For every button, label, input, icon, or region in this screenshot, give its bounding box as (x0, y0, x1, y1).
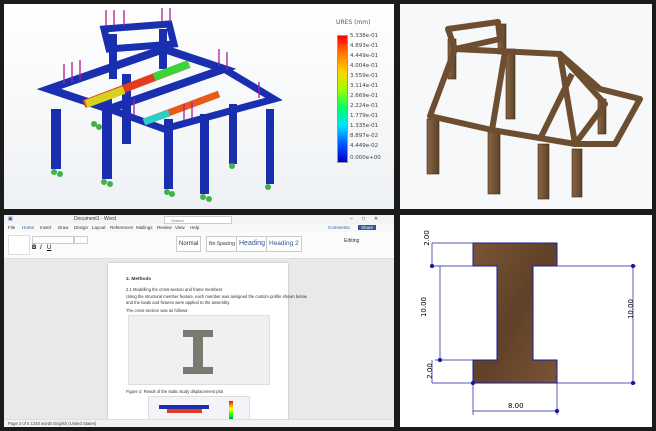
legend-value: 4.449e-01 (350, 53, 379, 59)
italic-icon[interactable]: I (40, 245, 42, 251)
dim-right-height[interactable]: 10.00 (627, 299, 635, 319)
dim-bottom-width[interactable]: 8.00 (508, 402, 524, 410)
legend-value: 1.779e-01 (350, 113, 379, 119)
legend-value: 3.114e-01 (350, 83, 379, 89)
status-bar: Page 3 of 5 1240 words English (United S… (4, 419, 394, 427)
document-area: 2. Methods 2.1 Modelling the cross-secti… (4, 259, 394, 427)
dim-top-flange[interactable]: 2.00 (423, 230, 431, 246)
share-button[interactable]: Share (358, 225, 377, 230)
word-window: ▣ Document1 - Word Search ✕ □ – File Hom… (4, 215, 394, 427)
font-size-select[interactable] (74, 236, 88, 244)
legend-value: 4.449e-02 (350, 143, 379, 149)
legend-value: 3.559e-01 (350, 73, 379, 79)
tab-file[interactable]: File (8, 225, 15, 230)
tab-insert[interactable]: Insert (40, 225, 51, 230)
tab-references[interactable]: References (110, 225, 133, 230)
document-page: 2. Methods 2.1 Modelling the cross-secti… (108, 263, 307, 427)
bold-icon[interactable]: B (32, 245, 36, 251)
legend-value: 2.224e-01 (350, 103, 379, 109)
doc-line: The cross-section was as follows: (126, 308, 189, 313)
cross-section-figure (128, 315, 270, 385)
legend-value: 2.669e-01 (350, 93, 379, 99)
color-scale-bar (337, 35, 348, 163)
ribbon: B I U Normal No Spacing Heading 1 Headin… (4, 232, 394, 259)
status-text: Page 3 of 5 1240 words English (United S… (8, 421, 97, 426)
i-beam-sketch (429, 242, 636, 415)
font-name-select[interactable] (32, 236, 74, 244)
wood-frame-render-panel (400, 4, 652, 209)
word-logo-icon: ▣ (8, 216, 13, 222)
profile-sketch-panel: 2.00 10.00 2.00 10.00 8.00 (400, 215, 652, 427)
tab-review[interactable]: Review (157, 225, 172, 230)
doc-line: and the loads and fixtures were applied … (126, 300, 231, 305)
tab-design[interactable]: Design (74, 225, 88, 230)
fea-model-view (36, 8, 283, 202)
tab-layout[interactable]: Layout (92, 225, 106, 230)
legend-value: 4.893e-01 (350, 43, 379, 49)
wood-frame-render (426, 19, 643, 200)
dim-bottom-flange[interactable]: 2.00 (426, 363, 434, 379)
tab-home[interactable]: Home (22, 225, 34, 230)
tab-draw[interactable]: Draw (58, 225, 69, 230)
tab-mailings[interactable]: Mailings (136, 225, 153, 230)
legend-value: 4.004e-01 (350, 63, 379, 69)
tab-view[interactable]: View (175, 225, 185, 230)
legend-value: 5.338e-01 (350, 33, 379, 39)
fixture-markers (51, 121, 271, 202)
style-normal[interactable]: Normal (176, 236, 202, 252)
legend-value: 8.897e-02 (350, 133, 379, 139)
editing-button[interactable]: Editing (344, 238, 359, 244)
style-no-spacing[interactable]: No Spacing (206, 236, 238, 252)
tab-help[interactable]: Help (190, 225, 199, 230)
legend-title: URES (mm) (336, 19, 371, 26)
i-beam-profile (472, 242, 558, 384)
paste-icon[interactable] (8, 235, 30, 255)
fea-frame (36, 20, 283, 194)
comments-button[interactable]: Comments (328, 225, 350, 230)
search-box[interactable]: Search (164, 216, 232, 224)
ribbon-tabs: File Home Insert Draw Design Layout Refe… (4, 224, 394, 232)
doc-line: 2.1 Modelling the cross-section and fram… (126, 287, 223, 292)
maximize-icon[interactable]: □ (362, 216, 365, 222)
legend-value: 1.335e-01 (350, 123, 379, 129)
app-title: Document1 - Word (74, 216, 116, 222)
underline-icon[interactable]: U (47, 245, 51, 251)
style-heading-2[interactable]: Heading 2 (266, 236, 302, 252)
legend-value: 0.000e+00 (350, 155, 381, 161)
doc-heading: 2. Methods (126, 277, 152, 282)
search-placeholder: Search (171, 218, 184, 223)
doc-line: Using the structural member feature, eac… (126, 294, 307, 299)
doc-caption: Figure 2: Result of the static study dis… (126, 389, 224, 394)
fea-results-panel: URES (mm) 5.338e-01 4.893e-01 4.449e-01 … (4, 4, 394, 209)
close-icon[interactable]: ✕ (374, 216, 378, 222)
dim-left-height[interactable]: 10.00 (420, 297, 428, 317)
minimize-icon[interactable]: – (350, 216, 353, 222)
